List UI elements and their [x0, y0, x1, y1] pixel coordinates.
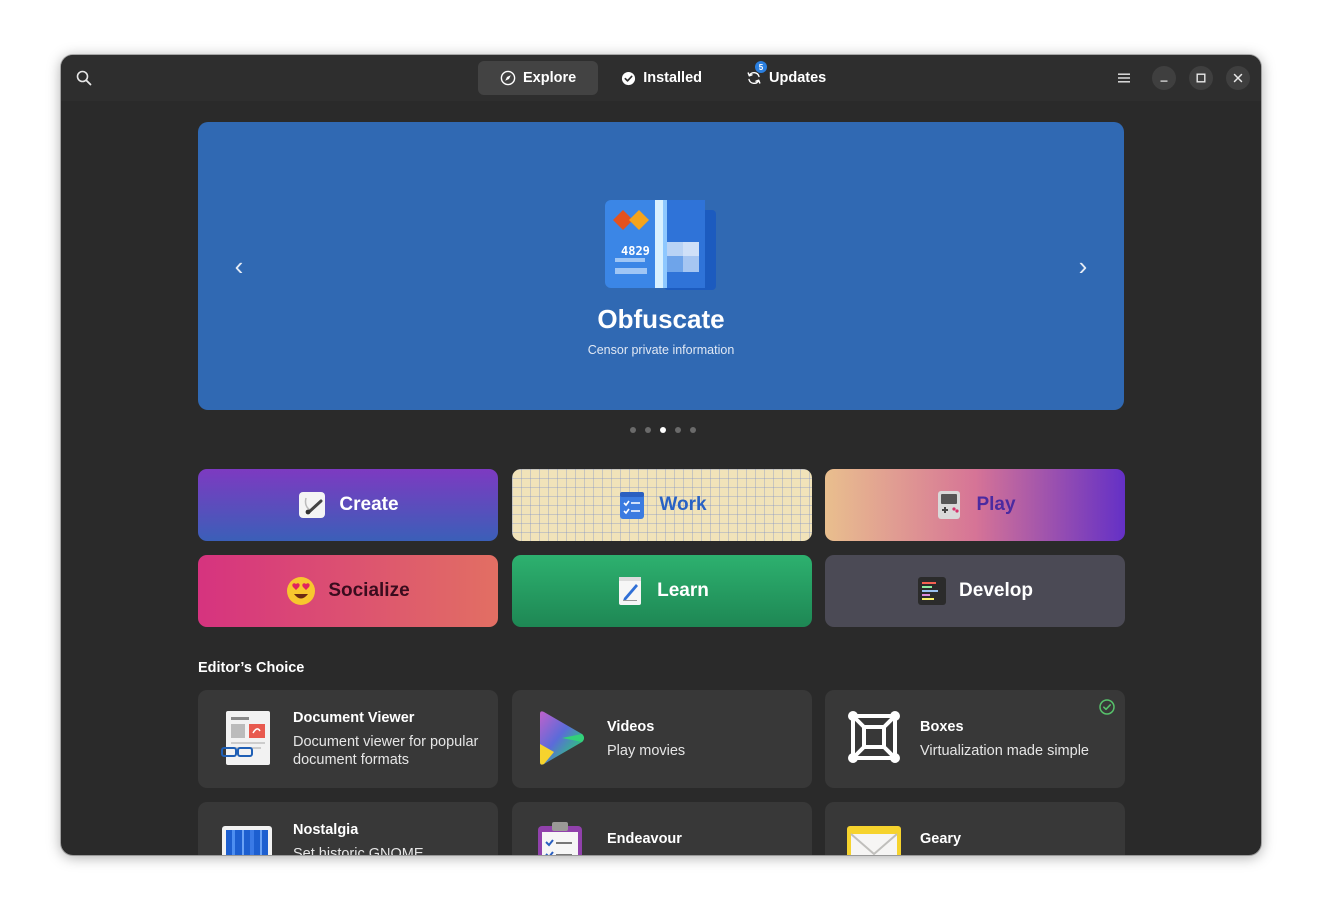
chevron-left-icon: ‹: [234, 250, 244, 281]
hamburger-menu-icon: [1118, 73, 1130, 83]
category-socialize-label: Socialize: [328, 580, 410, 601]
nostalgia-icon: [222, 826, 272, 855]
app-tile-boxes[interactable]: Boxes Virtualization made simple: [825, 690, 1125, 788]
maximize-icon: [1196, 73, 1206, 83]
category-socialize[interactable]: Socialize: [198, 555, 498, 627]
software-window: Explore Installed 5 Updates ‹ 4829 Obfus…: [61, 55, 1261, 855]
category-create-label: Create: [339, 494, 399, 515]
updates-count-badge: 5: [755, 61, 768, 73]
tab-installed[interactable]: Installed: [598, 61, 724, 95]
compass-icon: [500, 70, 516, 86]
obfuscate-icon-number: 4829: [621, 244, 650, 258]
carousel-dot[interactable]: [630, 427, 636, 433]
videos-play-icon: [540, 711, 584, 765]
document-viewer-icon: [221, 711, 270, 765]
tab-explore-label: Explore: [523, 70, 577, 86]
featured-app-title[interactable]: Obfuscate: [198, 304, 1124, 335]
category-work-label: Work: [659, 494, 707, 515]
envelope-icon: [847, 826, 901, 855]
editors-choice-heading: Editor’s Choice: [198, 660, 305, 676]
maximize-button[interactable]: [1189, 66, 1213, 90]
notebook-pencil-icon: [619, 577, 642, 605]
category-play[interactable]: Play: [825, 469, 1125, 541]
carousel-previous-button[interactable]: ‹: [227, 248, 251, 284]
search-icon: [76, 70, 92, 86]
tab-updates[interactable]: 5 Updates: [724, 61, 848, 95]
header-bar: Explore Installed 5 Updates: [61, 55, 1261, 101]
carousel-dot[interactable]: [690, 427, 696, 433]
check-circle-icon: [620, 70, 636, 86]
app-name: Boxes: [920, 719, 964, 735]
app-description: Document viewer for popular document for…: [293, 734, 479, 768]
minimize-button[interactable]: [1152, 66, 1176, 90]
app-name: Videos: [607, 719, 655, 735]
carousel-dot[interactable]: [675, 427, 681, 433]
view-switcher: Explore Installed 5 Updates: [478, 61, 848, 95]
app-tile-nostalgia[interactable]: Nostalgia Set historic GNOME: [198, 802, 498, 855]
close-icon: [1233, 73, 1243, 83]
clipboard-tasks-icon: [538, 822, 582, 855]
category-learn[interactable]: Learn: [512, 555, 812, 627]
installed-check-icon: [1099, 699, 1115, 715]
app-name: Endeavour: [607, 831, 682, 847]
app-name: Geary: [920, 831, 962, 847]
app-tile-document-viewer[interactable]: Document Viewer Document viewer for popu…: [198, 690, 498, 788]
app-name: Nostalgia: [293, 822, 359, 838]
app-tile-geary[interactable]: Geary: [825, 802, 1125, 855]
main-menu-button[interactable]: [1109, 63, 1139, 93]
app-description: Play movies: [607, 743, 686, 759]
paintbrush-icon: [299, 492, 326, 518]
category-play-label: Play: [976, 494, 1016, 515]
carousel-dot-active[interactable]: [660, 427, 666, 433]
tab-updates-label: Updates: [769, 70, 827, 86]
search-button[interactable]: [69, 63, 99, 93]
obfuscate-app-icon: 4829: [605, 200, 716, 290]
close-button[interactable]: [1226, 66, 1250, 90]
app-description: Virtualization made simple: [920, 743, 1089, 759]
carousel-next-button[interactable]: ›: [1071, 248, 1095, 284]
app-tile-endeavour[interactable]: Endeavour: [512, 802, 812, 855]
code-editor-icon: [918, 577, 947, 605]
category-develop[interactable]: Develop: [825, 555, 1125, 627]
minimize-icon: [1160, 80, 1168, 82]
carousel-dot[interactable]: [645, 427, 651, 433]
heart-eyes-emoji-icon: [287, 577, 316, 605]
app-tile-videos[interactable]: Videos Play movies: [512, 690, 812, 788]
category-learn-label: Learn: [657, 580, 709, 601]
app-name: Document Viewer: [293, 710, 415, 726]
gamepad-icon: [938, 491, 961, 519]
app-description: Set historic GNOME: [293, 846, 424, 855]
tab-explore[interactable]: Explore: [478, 61, 599, 95]
boxes-icon: [848, 711, 900, 763]
category-create[interactable]: Create: [198, 469, 498, 541]
chevron-right-icon: ›: [1078, 250, 1088, 281]
featured-carousel[interactable]: ‹ 4829 Obfuscate Censor private informat…: [198, 122, 1124, 410]
carousel-indicators: [630, 427, 696, 433]
category-develop-label: Develop: [959, 580, 1033, 601]
category-work[interactable]: Work: [512, 469, 812, 541]
featured-app-subtitle: Censor private information: [587, 343, 735, 357]
tab-installed-label: Installed: [643, 70, 703, 86]
checklist-icon: [620, 492, 645, 519]
